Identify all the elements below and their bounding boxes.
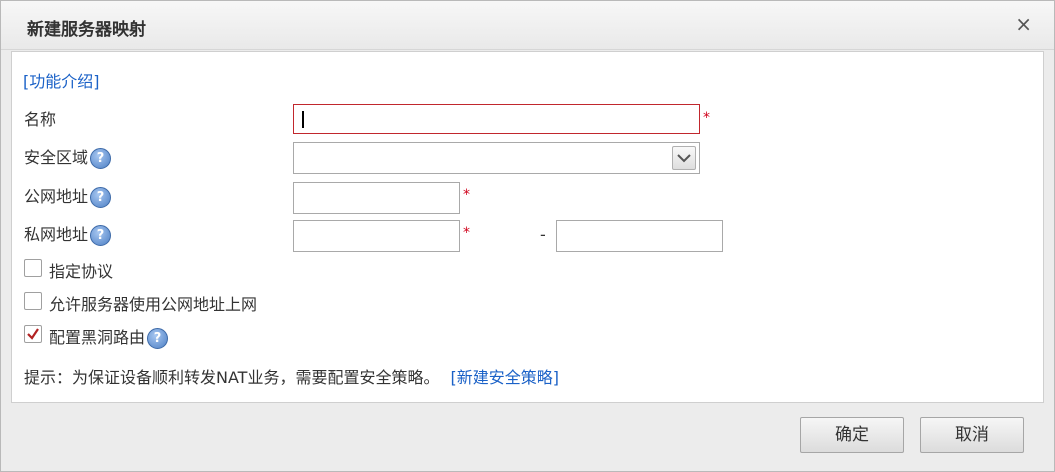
name-label: 名称 bbox=[24, 110, 57, 129]
blackhole-route-label-text: 配置黑洞路由 bbox=[49, 328, 146, 347]
feature-intro-link[interactable]: [功能介绍] bbox=[23, 68, 100, 92]
specify-protocol-checkbox[interactable] bbox=[24, 259, 42, 277]
private-ip-label: 私网地址? bbox=[24, 221, 112, 246]
allow-server-internet-label: 允许服务器使用公网地址上网 bbox=[49, 295, 258, 314]
public-ip-input[interactable] bbox=[293, 182, 460, 214]
private-ip-required-mark: * bbox=[463, 225, 470, 241]
zone-label: 安全区域? bbox=[24, 144, 112, 169]
private-ip-end-input[interactable] bbox=[556, 220, 723, 252]
public-ip-help-icon[interactable]: ? bbox=[90, 187, 112, 208]
public-ip-required-mark: * bbox=[463, 187, 470, 203]
text-caret bbox=[302, 111, 304, 128]
chevron-down-icon[interactable] bbox=[672, 146, 696, 170]
ok-button[interactable]: 确定 bbox=[800, 417, 904, 453]
blackhole-route-help-icon[interactable]: ? bbox=[147, 328, 169, 349]
zone-select[interactable] bbox=[293, 142, 700, 174]
cancel-button[interactable]: 取消 bbox=[920, 417, 1024, 453]
zone-help-icon[interactable]: ? bbox=[90, 148, 112, 169]
close-icon[interactable]: × bbox=[1015, 13, 1032, 35]
name-input[interactable] bbox=[293, 104, 700, 134]
private-ip-help-icon[interactable]: ? bbox=[90, 225, 112, 246]
new-security-policy-link[interactable]: [新建安全策略] bbox=[451, 368, 560, 387]
range-separator: - bbox=[540, 225, 546, 244]
new-server-mapping-dialog: 新建服务器映射 × [功能介绍] 名称 * 安全区域? 公网地址? * 私网地址… bbox=[0, 0, 1055, 472]
name-required-mark: * bbox=[703, 110, 710, 126]
private-ip-label-text: 私网地址 bbox=[24, 225, 89, 244]
hint-message: 提示：为保证设备顺利转发NAT业务，需要配置安全策略。 bbox=[24, 368, 440, 387]
allow-server-internet-checkbox[interactable] bbox=[24, 292, 42, 310]
blackhole-route-label: 配置黑洞路由? bbox=[49, 324, 169, 349]
zone-label-text: 安全区域 bbox=[24, 148, 89, 167]
blackhole-route-checkbox[interactable] bbox=[24, 325, 42, 343]
public-ip-label: 公网地址? bbox=[24, 183, 112, 208]
dialog-titlebar: 新建服务器映射 × bbox=[1, 1, 1054, 50]
private-ip-start-input[interactable] bbox=[293, 220, 460, 252]
hint-text: 提示：为保证设备顺利转发NAT业务，需要配置安全策略。 [新建安全策略] bbox=[24, 364, 559, 388]
dialog-title: 新建服务器映射 bbox=[27, 20, 146, 40]
specify-protocol-label: 指定协议 bbox=[49, 262, 114, 281]
public-ip-label-text: 公网地址 bbox=[24, 187, 89, 206]
checkmark-icon bbox=[27, 328, 39, 340]
dialog-content: [功能介绍] 名称 * 安全区域? 公网地址? * 私网地址? * - 指定协议… bbox=[11, 51, 1044, 403]
